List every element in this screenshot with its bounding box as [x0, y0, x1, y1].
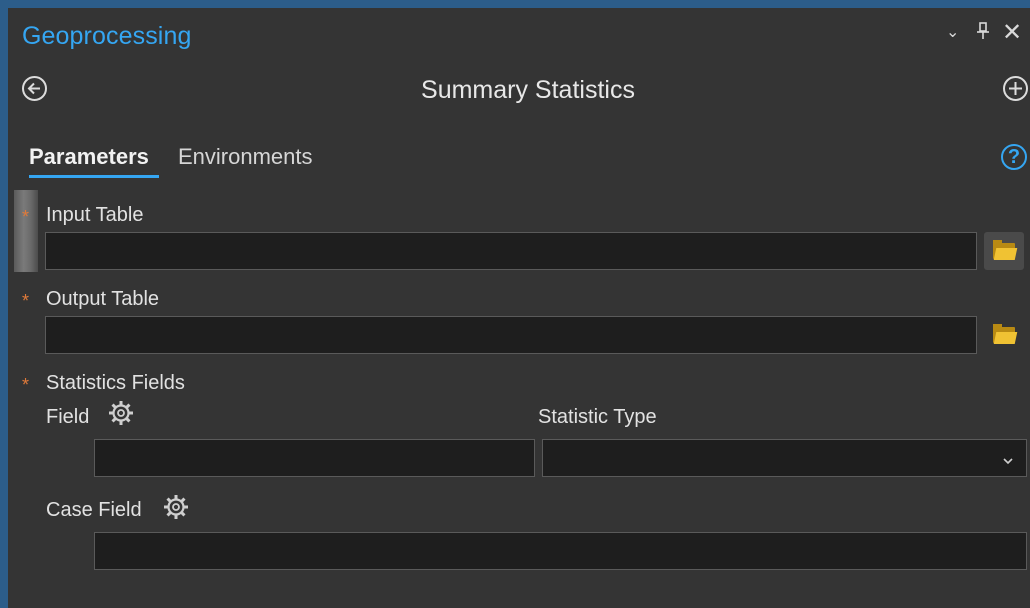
output-table-label: Output Table: [46, 288, 160, 310]
active-tab-indicator: [29, 175, 159, 178]
geoprocessing-pane: Geoprocessing ⌄ ✕ Summary Statistics Par…: [8, 8, 1030, 608]
gear-icon[interactable]: [163, 494, 189, 527]
input-table-label: Input Table: [46, 204, 144, 226]
folder-icon: [993, 323, 1018, 344]
close-icon[interactable]: ✕: [1002, 18, 1022, 47]
help-icon[interactable]: ?: [1001, 144, 1027, 170]
pane-title: Geoprocessing: [22, 22, 192, 50]
case-field-label: Case Field: [46, 499, 142, 521]
parameter-focus-bar: [14, 190, 38, 272]
input-table-field[interactable]: [45, 232, 977, 270]
required-marker: *: [22, 291, 30, 311]
output-table-browse-button[interactable]: [984, 316, 1024, 354]
tab-parameters[interactable]: Parameters: [29, 144, 149, 170]
pin-icon[interactable]: [976, 22, 990, 45]
statistic-type-select[interactable]: [542, 439, 1027, 477]
chevron-down-icon[interactable]: [1002, 452, 1014, 468]
gear-icon[interactable]: [108, 400, 134, 433]
output-table-field[interactable]: [45, 316, 977, 354]
tool-name: Summary Statistics: [421, 76, 635, 104]
input-table-browse-button[interactable]: [984, 232, 1024, 270]
tab-environments[interactable]: Environments: [178, 144, 313, 170]
required-marker: *: [22, 375, 30, 395]
add-circle-icon[interactable]: [1003, 76, 1028, 101]
folder-icon: [993, 239, 1018, 260]
statistics-field-input[interactable]: [94, 439, 535, 477]
field-column-label: Field: [46, 406, 90, 428]
collapse-icon[interactable]: ⌄: [946, 22, 959, 42]
statistic-type-column-label: Statistic Type: [538, 406, 657, 428]
case-field-input[interactable]: [94, 532, 1027, 570]
statistics-fields-label: Statistics Fields: [46, 372, 185, 394]
required-marker: *: [22, 207, 30, 227]
